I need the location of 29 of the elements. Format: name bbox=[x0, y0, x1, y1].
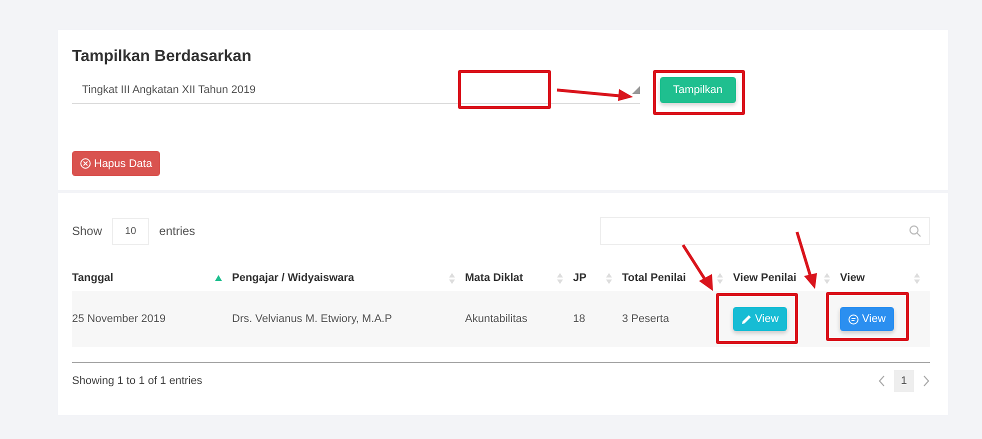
search-field[interactable] bbox=[600, 217, 930, 245]
select-value[interactable]: Tingkat III Angkatan XII Tahun 2019 bbox=[82, 84, 256, 96]
entries-label: entries bbox=[159, 224, 196, 238]
search-icon bbox=[909, 225, 921, 237]
pencil-icon bbox=[741, 314, 752, 324]
table-cell-text: 25 November 2019 bbox=[72, 313, 167, 325]
caret-icon[interactable] bbox=[632, 86, 640, 94]
entries-info: Showing 1 to 1 of 1 entries bbox=[72, 375, 202, 387]
panel-title: Tampilkan Berdasarkan bbox=[72, 48, 252, 66]
hapus-data-button[interactable]: Hapus Data bbox=[72, 151, 160, 176]
column-header[interactable]: Tanggal bbox=[72, 272, 114, 284]
page-button[interactable]: 1 bbox=[894, 370, 914, 392]
previous-page-icon[interactable] bbox=[878, 375, 886, 387]
message-icon bbox=[848, 314, 859, 324]
table-cell-text: 18 bbox=[573, 313, 586, 325]
entries-select[interactable]: 10 bbox=[112, 218, 150, 244]
column-header[interactable]: View Penilai bbox=[733, 272, 796, 284]
column-header[interactable]: View bbox=[840, 272, 865, 284]
table-cell-text: Akuntabilitas bbox=[465, 313, 528, 325]
column-header[interactable]: Mata Diklat bbox=[465, 272, 524, 284]
table-cell-text: Drs. Velvianus M. Etwiory, M.A.P bbox=[232, 313, 393, 325]
column-header[interactable]: Total Penilai bbox=[622, 272, 686, 284]
close-circle-icon bbox=[80, 158, 91, 169]
next-page-icon[interactable] bbox=[922, 375, 930, 387]
show-label: Show bbox=[72, 224, 102, 238]
arrow bbox=[795, 230, 819, 290]
column-header[interactable]: Pengajar / Widyaiswara bbox=[232, 272, 354, 284]
table-cell-text: 3 Peserta bbox=[622, 313, 670, 325]
column-header[interactable]: JP bbox=[573, 272, 586, 284]
